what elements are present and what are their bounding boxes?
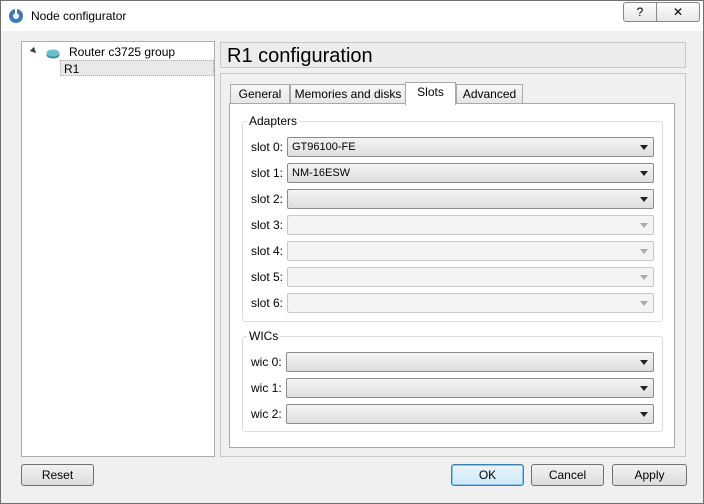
slot-5-label: slot 5: [251,270,284,284]
adapters-group-title: Adapters [247,114,300,128]
slot-6-label: slot 6: [251,296,284,310]
chevron-down-icon [640,223,648,228]
ok-button[interactable]: OK [451,464,524,486]
chevron-down-icon [640,197,648,202]
tab-advanced[interactable]: Advanced [456,84,523,104]
close-button[interactable]: ✕ [656,2,700,22]
chevron-down-icon [640,145,648,150]
tree-item-router-group[interactable]: Router c3725 group [22,44,214,60]
gns3-app-icon [8,8,24,24]
window-title: Node configurator [31,9,127,23]
slot-4-label: slot 4: [251,244,284,258]
chevron-down-icon [640,412,648,417]
slot-5-select [287,267,654,287]
slot-3-label: slot 3: [251,218,284,232]
slot-2-select[interactable] [287,189,654,209]
wic-1-label: wic 1: [251,381,282,395]
tree-group-label: Router c3725 group [69,45,176,59]
slot-6-select [287,293,654,313]
slot-0-value: GT96100-FE [292,141,356,153]
slot-4-select [287,241,654,261]
slots-tab-pane: Adapters slot 0: GT96100-FE slot 1: NM-1… [229,103,675,448]
tab-memories-and-disks[interactable]: Memories and disks [290,84,406,104]
chevron-down-icon [640,301,648,306]
chevron-down-icon [640,275,648,280]
chevron-down-icon [640,171,648,176]
node-configurator-window: Node configurator ? ✕ Router c3725 group… [0,0,704,504]
wic-0-label: wic 0: [251,355,282,369]
expand-arrow-icon[interactable] [29,46,39,56]
config-header: R1 configuration [220,42,686,68]
chevron-down-icon [640,386,648,391]
tab-general[interactable]: General [230,84,290,104]
slot-0-select[interactable]: GT96100-FE [287,137,654,157]
slot-1-value: NM-16ESW [292,167,351,179]
router-icon [46,47,60,59]
tree-item-r1[interactable]: R1 [60,60,214,76]
title-bar[interactable]: Node configurator ? ✕ [1,1,703,31]
apply-button[interactable]: Apply [612,464,687,486]
wic-2-select[interactable] [286,404,654,424]
cancel-button[interactable]: Cancel [531,464,604,486]
chevron-down-icon [640,360,648,365]
wic-1-select[interactable] [286,378,654,398]
tab-slots[interactable]: Slots [405,82,456,105]
reset-button[interactable]: Reset [21,464,94,486]
slot-0-label: slot 0: [251,140,284,154]
tree-child-label: R1 [64,62,80,76]
slot-1-select[interactable]: NM-16ESW [287,163,654,183]
page-title: R1 configuration [227,45,373,67]
node-tree[interactable]: Router c3725 group R1 [21,41,215,457]
wic-2-label: wic 2: [251,407,282,421]
wics-group-title: WICs [247,329,281,343]
wic-0-select[interactable] [286,352,654,372]
slot-3-select [287,215,654,235]
help-button[interactable]: ? [623,2,657,22]
chevron-down-icon [640,249,648,254]
slot-2-label: slot 2: [251,192,284,206]
slot-1-label: slot 1: [251,166,284,180]
